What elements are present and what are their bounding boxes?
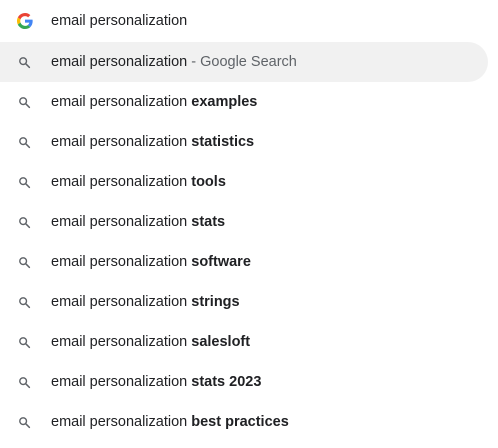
suggestion-item[interactable]: email personalization salesloft xyxy=(0,322,498,362)
search-icon xyxy=(18,216,31,229)
suggestion-completion: best practices xyxy=(191,414,289,430)
suggestion-item[interactable]: email personalization tools xyxy=(0,162,498,202)
suggestion-completion: examples xyxy=(191,94,258,110)
omnibox-input-row[interactable]: email personalization xyxy=(0,0,498,42)
suggestion-text: email personalization examples xyxy=(51,93,257,111)
suggestion-prefix: email personalization xyxy=(51,294,192,310)
google-g-icon xyxy=(17,13,33,29)
suggestion-prefix: email personalization xyxy=(51,54,188,70)
search-icon xyxy=(18,336,31,349)
suggestion-text: email personalization software xyxy=(51,253,251,271)
suggestion-prefix: email personalization xyxy=(51,134,192,150)
suggestion-completion: statistics xyxy=(191,134,255,150)
search-icon xyxy=(18,296,31,309)
suggestion-item[interactable]: email personalization stats xyxy=(0,202,498,242)
suggestion-prefix: email personalization xyxy=(51,214,192,230)
suggestion-prefix: email personalization xyxy=(51,174,192,190)
search-icon xyxy=(18,96,31,109)
search-icon xyxy=(18,176,31,189)
search-icon xyxy=(18,56,31,69)
omnibox-dropdown: email personalization email personalizat… xyxy=(0,0,498,442)
suggestion-source: Google Search xyxy=(200,54,297,70)
suggestion-item[interactable]: email personalization strings xyxy=(0,282,498,322)
suggestion-text: email personalization salesloft xyxy=(51,333,250,351)
suggestion-separator: - xyxy=(187,54,201,70)
suggestion-completion: stats xyxy=(191,214,226,230)
suggestion-prefix: email personalization xyxy=(51,374,192,390)
suggestion-text: email personalization - Google Search xyxy=(51,53,297,71)
search-icon xyxy=(18,136,31,149)
suggestion-prefix: email personalization xyxy=(51,254,192,270)
suggestion-completion: stats 2023 xyxy=(191,374,262,390)
suggestion-prefix: email personalization xyxy=(51,414,192,430)
suggestion-text: email personalization tools xyxy=(51,173,226,191)
suggestion-prefix: email personalization xyxy=(51,94,192,110)
suggestion-item[interactable]: email personalization stats 2023 xyxy=(0,362,498,402)
suggestion-completion: tools xyxy=(191,174,226,190)
suggestion-text: email personalization statistics xyxy=(51,133,254,151)
suggestion-text: email personalization stats 2023 xyxy=(51,373,261,391)
search-icon xyxy=(18,256,31,269)
suggestion-text: email personalization stats xyxy=(51,213,225,231)
suggestion-prefix: email personalization xyxy=(51,334,192,350)
suggestion-item-selected[interactable]: email personalization - Google Search xyxy=(0,42,498,82)
suggestion-completion: software xyxy=(191,254,251,270)
suggestion-text: email personalization best practices xyxy=(51,413,289,431)
suggestion-item[interactable]: email personalization examples xyxy=(0,82,498,122)
search-icon xyxy=(18,416,31,429)
omnibox-query-text[interactable]: email personalization xyxy=(51,12,187,30)
suggestion-item[interactable]: email personalization best practices xyxy=(0,402,498,442)
suggestion-text: email personalization strings xyxy=(51,293,240,311)
suggestion-list: email personalization - Google Search ema… xyxy=(0,42,498,442)
search-icon xyxy=(18,376,31,389)
suggestion-completion: salesloft xyxy=(191,334,251,350)
suggestion-completion: strings xyxy=(191,294,240,310)
suggestion-item[interactable]: email personalization software xyxy=(0,242,498,282)
suggestion-item[interactable]: email personalization statistics xyxy=(0,122,498,162)
